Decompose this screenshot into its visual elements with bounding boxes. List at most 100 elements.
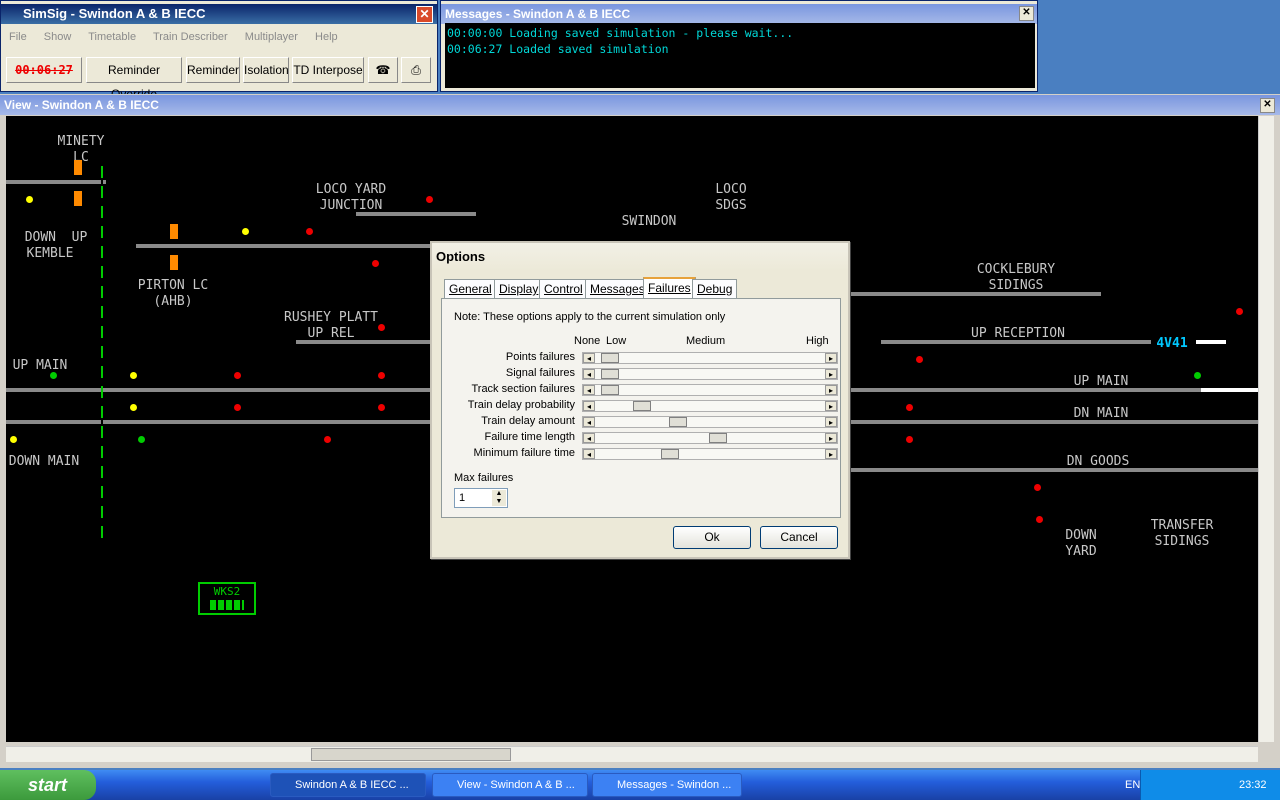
reminder-button[interactable]: Reminder [186, 57, 240, 83]
slider-left-arrow-icon[interactable]: ◂ [583, 433, 595, 443]
isolation-button[interactable]: Isolation [243, 57, 289, 83]
task-messages[interactable]: Messages - Swindon ... [592, 773, 742, 797]
slider-left-arrow-icon[interactable]: ◂ [583, 401, 595, 411]
print-button[interactable]: ⎙ [401, 57, 431, 83]
tab-debug[interactable]: Debug [692, 279, 738, 299]
menu-file[interactable]: File [9, 31, 27, 43]
horizontal-scroll-thumb[interactable] [311, 748, 511, 761]
wks2-box[interactable]: WKS2 [198, 582, 256, 615]
level-crossing[interactable] [170, 224, 178, 239]
horizontal-scrollbar[interactable] [6, 746, 1258, 762]
signal[interactable] [378, 404, 385, 411]
view-close-button[interactable]: ✕ [1260, 98, 1275, 113]
menu-help[interactable]: Help [315, 31, 338, 43]
menu-train-describer[interactable]: Train Describer [153, 31, 228, 43]
slider-thumb[interactable] [660, 449, 679, 459]
signal[interactable] [1036, 516, 1043, 523]
messages-close-button[interactable]: ✕ [1019, 6, 1034, 21]
slider-left-arrow-icon[interactable]: ◂ [583, 385, 595, 395]
start-button[interactable]: start [0, 770, 96, 800]
slider-thumb[interactable] [601, 353, 620, 363]
signal[interactable] [378, 372, 385, 379]
tab-display[interactable]: Display [494, 279, 544, 299]
signal[interactable] [130, 372, 137, 379]
signal[interactable] [50, 372, 57, 379]
signal[interactable] [906, 436, 913, 443]
label-rushey-platt: RUSHEY PLATT UP REL [284, 310, 378, 341]
slider-right-arrow-icon[interactable]: ▸ [825, 433, 837, 443]
tab-general[interactable]: General [444, 279, 497, 299]
vertical-scrollbar[interactable] [1258, 116, 1274, 742]
track-occupied [1201, 388, 1258, 392]
spin-up-icon[interactable]: ▲ [492, 490, 506, 498]
signal[interactable] [372, 260, 379, 267]
slider-right-arrow-icon[interactable]: ▸ [825, 401, 837, 411]
td-interpose-button[interactable]: TD Interpose [292, 57, 364, 83]
label-swindon: SWINDON [621, 214, 677, 229]
spin-down-icon[interactable]: ▼ [492, 498, 506, 506]
max-failures-spinner[interactable]: 1 ▲ ▼ [454, 488, 508, 508]
message-line: 00:00:00 Loading saved simulation - plea… [447, 26, 794, 40]
menu-timetable[interactable]: Timetable [88, 31, 136, 43]
slider-left-arrow-icon[interactable]: ◂ [583, 417, 595, 427]
signal[interactable] [1236, 308, 1243, 315]
slider-right-arrow-icon[interactable]: ▸ [825, 417, 837, 427]
phone-button[interactable]: ☎ [368, 57, 398, 83]
level-crossing[interactable] [170, 255, 178, 270]
slider-right-arrow-icon[interactable]: ▸ [825, 449, 837, 459]
signal[interactable] [426, 196, 433, 203]
failure-slider[interactable]: ◂ ▸ [582, 432, 838, 444]
slider-left-arrow-icon[interactable]: ◂ [583, 449, 595, 459]
task-swindon[interactable]: Swindon A & B IECC ... [270, 773, 426, 797]
failure-slider[interactable]: ◂ ▸ [582, 368, 838, 380]
menu-multiplayer[interactable]: Multiplayer [245, 31, 298, 43]
track [6, 180, 106, 184]
signal[interactable] [10, 436, 17, 443]
ok-button[interactable]: Ok [673, 526, 751, 549]
task-view[interactable]: View - Swindon A & B ... [432, 773, 588, 797]
failure-slider[interactable]: ◂ ▸ [582, 384, 838, 396]
signal[interactable] [130, 404, 137, 411]
slider-left-arrow-icon[interactable]: ◂ [583, 369, 595, 379]
slider-right-arrow-icon[interactable]: ▸ [825, 369, 837, 379]
label-up-main-left: UP MAIN [12, 358, 68, 373]
simsig-close-button[interactable]: ✕ [416, 6, 433, 23]
signal[interactable] [234, 372, 241, 379]
failure-slider[interactable]: ◂ ▸ [582, 416, 838, 428]
signal[interactable] [26, 196, 33, 203]
signal[interactable] [242, 228, 249, 235]
slider-left-arrow-icon[interactable]: ◂ [583, 353, 595, 363]
signal[interactable] [916, 356, 923, 363]
signal[interactable] [306, 228, 313, 235]
signal[interactable] [1034, 484, 1041, 491]
track [296, 340, 436, 344]
level-crossing[interactable] [74, 160, 82, 175]
signal[interactable] [138, 436, 145, 443]
slider-thumb[interactable] [669, 417, 688, 427]
slider-thumb[interactable] [633, 401, 652, 411]
slider-right-arrow-icon[interactable]: ▸ [825, 385, 837, 395]
failure-slider[interactable]: ◂ ▸ [582, 352, 838, 364]
signal[interactable] [324, 436, 331, 443]
tab-messages[interactable]: Messages [585, 279, 650, 299]
tab-failures[interactable]: Failures [643, 277, 696, 299]
sim-clock[interactable]: 00:06:27 [6, 57, 82, 83]
label-transfer-sidings: TRANSFER SIDINGS [1150, 518, 1214, 549]
signal[interactable] [378, 324, 385, 331]
signal[interactable] [234, 404, 241, 411]
slider-thumb[interactable] [601, 369, 620, 379]
slider-right-arrow-icon[interactable]: ▸ [825, 353, 837, 363]
slider-thumb[interactable] [601, 385, 620, 395]
train-headcode[interactable]: 4V41 [1152, 336, 1192, 352]
slider-thumb[interactable] [709, 433, 728, 443]
signal[interactable] [1194, 372, 1201, 379]
menu-show[interactable]: Show [44, 31, 72, 43]
reminder-override-button[interactable]: Reminder Override [86, 57, 182, 101]
level-crossing[interactable] [74, 191, 82, 206]
failure-slider[interactable]: ◂ ▸ [582, 400, 838, 412]
tab-control[interactable]: Control [539, 279, 588, 299]
signal[interactable] [906, 404, 913, 411]
cancel-button[interactable]: Cancel [760, 526, 838, 549]
failure-slider[interactable]: ◂ ▸ [582, 448, 838, 460]
language-indicator[interactable]: EN [1125, 770, 1140, 800]
